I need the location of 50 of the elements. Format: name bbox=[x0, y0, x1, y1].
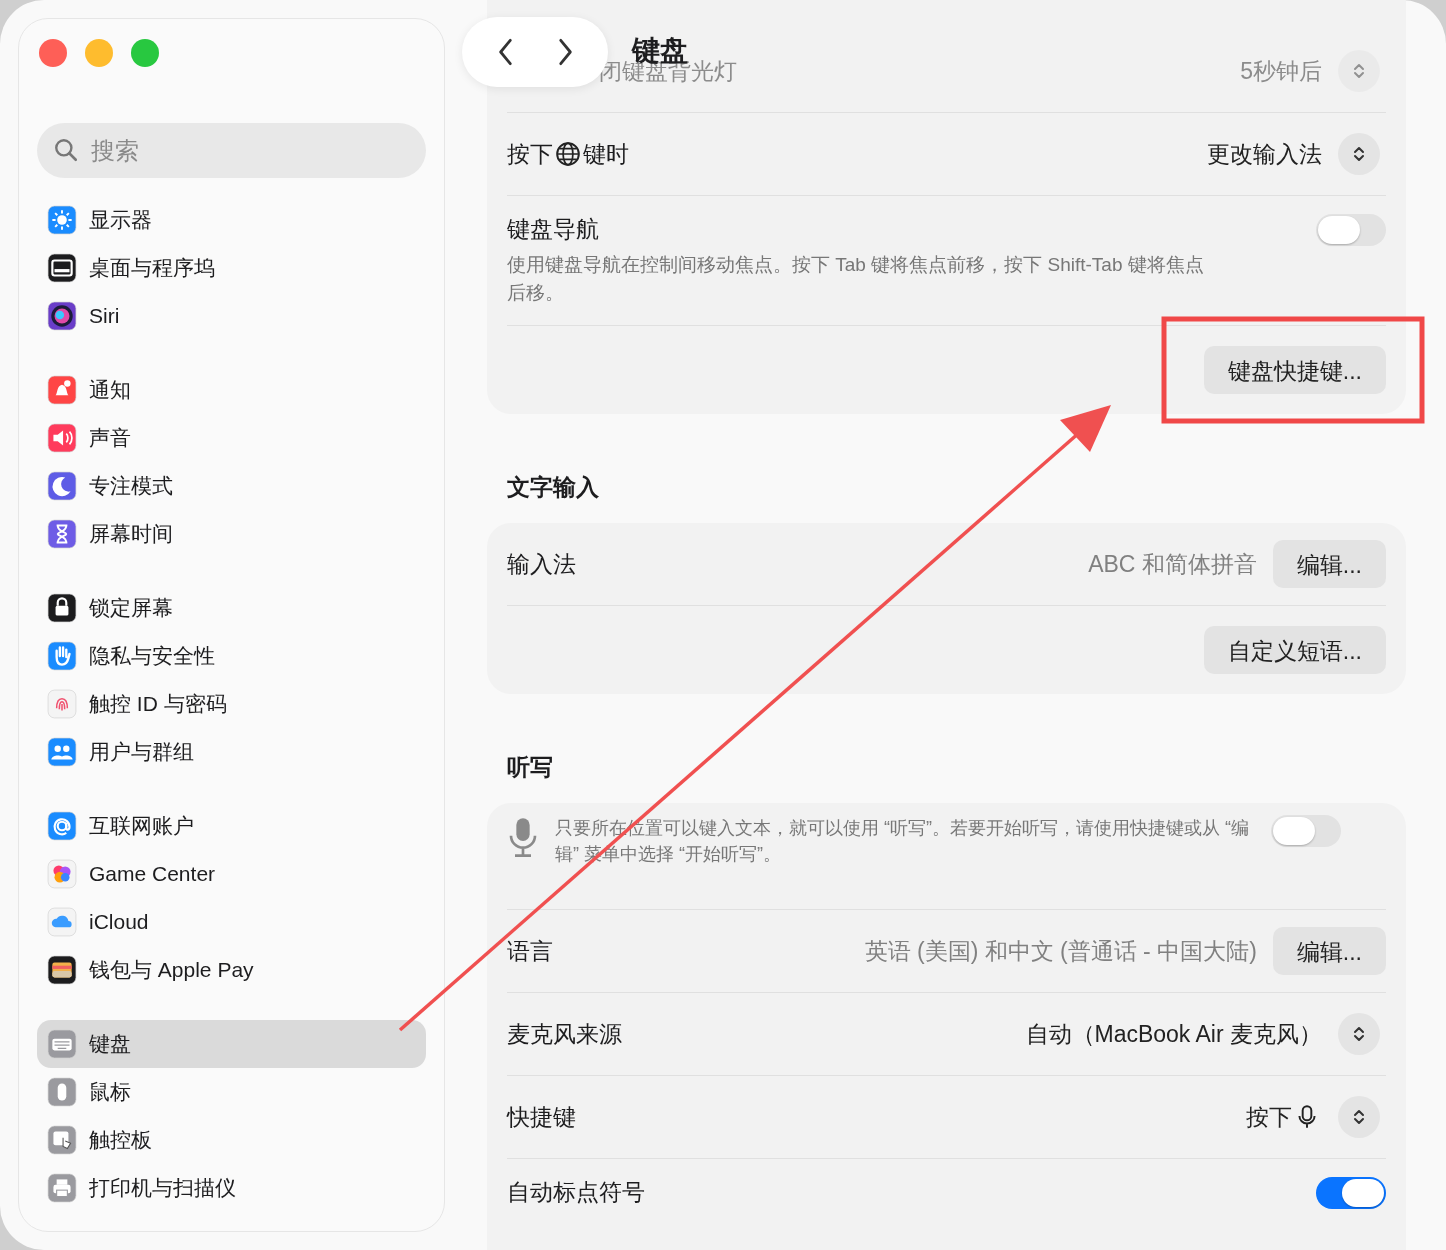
popup-button[interactable] bbox=[1338, 1096, 1380, 1138]
sidebar-item[interactable]: 桌面与程序坞 bbox=[37, 244, 426, 292]
row-value: ABC 和简体拼音 bbox=[1088, 549, 1257, 579]
row-label: 麦克风来源 bbox=[507, 1019, 622, 1049]
sidebar-item[interactable]: 打印机与扫描仪 bbox=[37, 1164, 426, 1212]
popup-value: 更改输入法 bbox=[1207, 139, 1322, 169]
sidebar-item[interactable]: 隐私与安全性 bbox=[37, 632, 426, 680]
popup-button[interactable] bbox=[1338, 133, 1380, 175]
sidebar-item[interactable]: 键盘 bbox=[37, 1020, 426, 1068]
popup-value: 按下 bbox=[1246, 1101, 1322, 1133]
sidebar-item[interactable]: 屏幕时间 bbox=[37, 510, 426, 558]
search-field[interactable]: 搜索 bbox=[37, 123, 426, 178]
row-label: 语言 bbox=[507, 936, 553, 966]
row-label: 自动标点符号 bbox=[507, 1178, 646, 1207]
popup-value: 5秒钟后 bbox=[1240, 56, 1322, 86]
sidebar-item[interactable]: 触控板 bbox=[37, 1116, 426, 1164]
toggle-switch[interactable] bbox=[1316, 1177, 1386, 1209]
sidebar-item[interactable]: 通知 bbox=[37, 366, 426, 414]
globe-icon bbox=[555, 141, 581, 167]
sidebar-item[interactable]: 钱包与 Apple Pay bbox=[37, 946, 426, 994]
action-button[interactable]: 自定义短语... bbox=[1203, 626, 1386, 674]
row-description: 使用键盘导航在控制间移动焦点。按下 Tab 键将焦点前移，按下 Shift-Tab 键将焦点后移。 bbox=[507, 253, 1205, 305]
sidebar-item[interactable]: 声音 bbox=[37, 414, 426, 462]
row-value: 英语 (美国) 和中文 (普通话 - 中国大陆) bbox=[864, 936, 1257, 966]
section-heading: 听写 bbox=[507, 753, 554, 782]
action-button[interactable]: 键盘快捷键... bbox=[1203, 346, 1386, 394]
sidebar-item[interactable]: 用户与群组 bbox=[37, 728, 426, 776]
sidebar-item[interactable]: Siri bbox=[37, 292, 426, 340]
sidebar-item[interactable]: Game Center bbox=[37, 850, 426, 898]
toggle-switch[interactable] bbox=[1271, 815, 1341, 847]
toggle-switch[interactable] bbox=[1316, 214, 1386, 246]
section-heading: 文字输入 bbox=[507, 473, 600, 502]
sidebar-item[interactable]: 专注模式 bbox=[37, 462, 426, 510]
sidebar-item[interactable]: 锁定屏幕 bbox=[37, 584, 426, 632]
edit-button[interactable]: 编辑... bbox=[1272, 540, 1386, 588]
microphone-icon bbox=[507, 815, 539, 859]
search-icon bbox=[53, 137, 79, 163]
sidebar-item[interactable]: 鼠标 bbox=[37, 1068, 426, 1116]
sidebar-item[interactable]: 显示器 bbox=[37, 196, 426, 244]
sidebar-item[interactable]: 互联网账户 bbox=[37, 802, 426, 850]
close-button[interactable] bbox=[39, 39, 67, 67]
sidebar-item[interactable]: 触控 ID 与密码 bbox=[37, 680, 426, 728]
edit-button[interactable]: 编辑... bbox=[1272, 927, 1386, 975]
row-label: 输入法 bbox=[507, 549, 576, 579]
sidebar-item[interactable]: iCloud bbox=[37, 898, 426, 946]
row-label: 键盘导航 bbox=[507, 215, 600, 244]
popup-button[interactable] bbox=[1338, 1013, 1380, 1055]
row-label: 按下 键时 bbox=[507, 139, 629, 169]
row-label: 快捷键 bbox=[507, 1102, 576, 1132]
popup-value: 自动（MacBook Air 麦克风） bbox=[1025, 1019, 1322, 1049]
